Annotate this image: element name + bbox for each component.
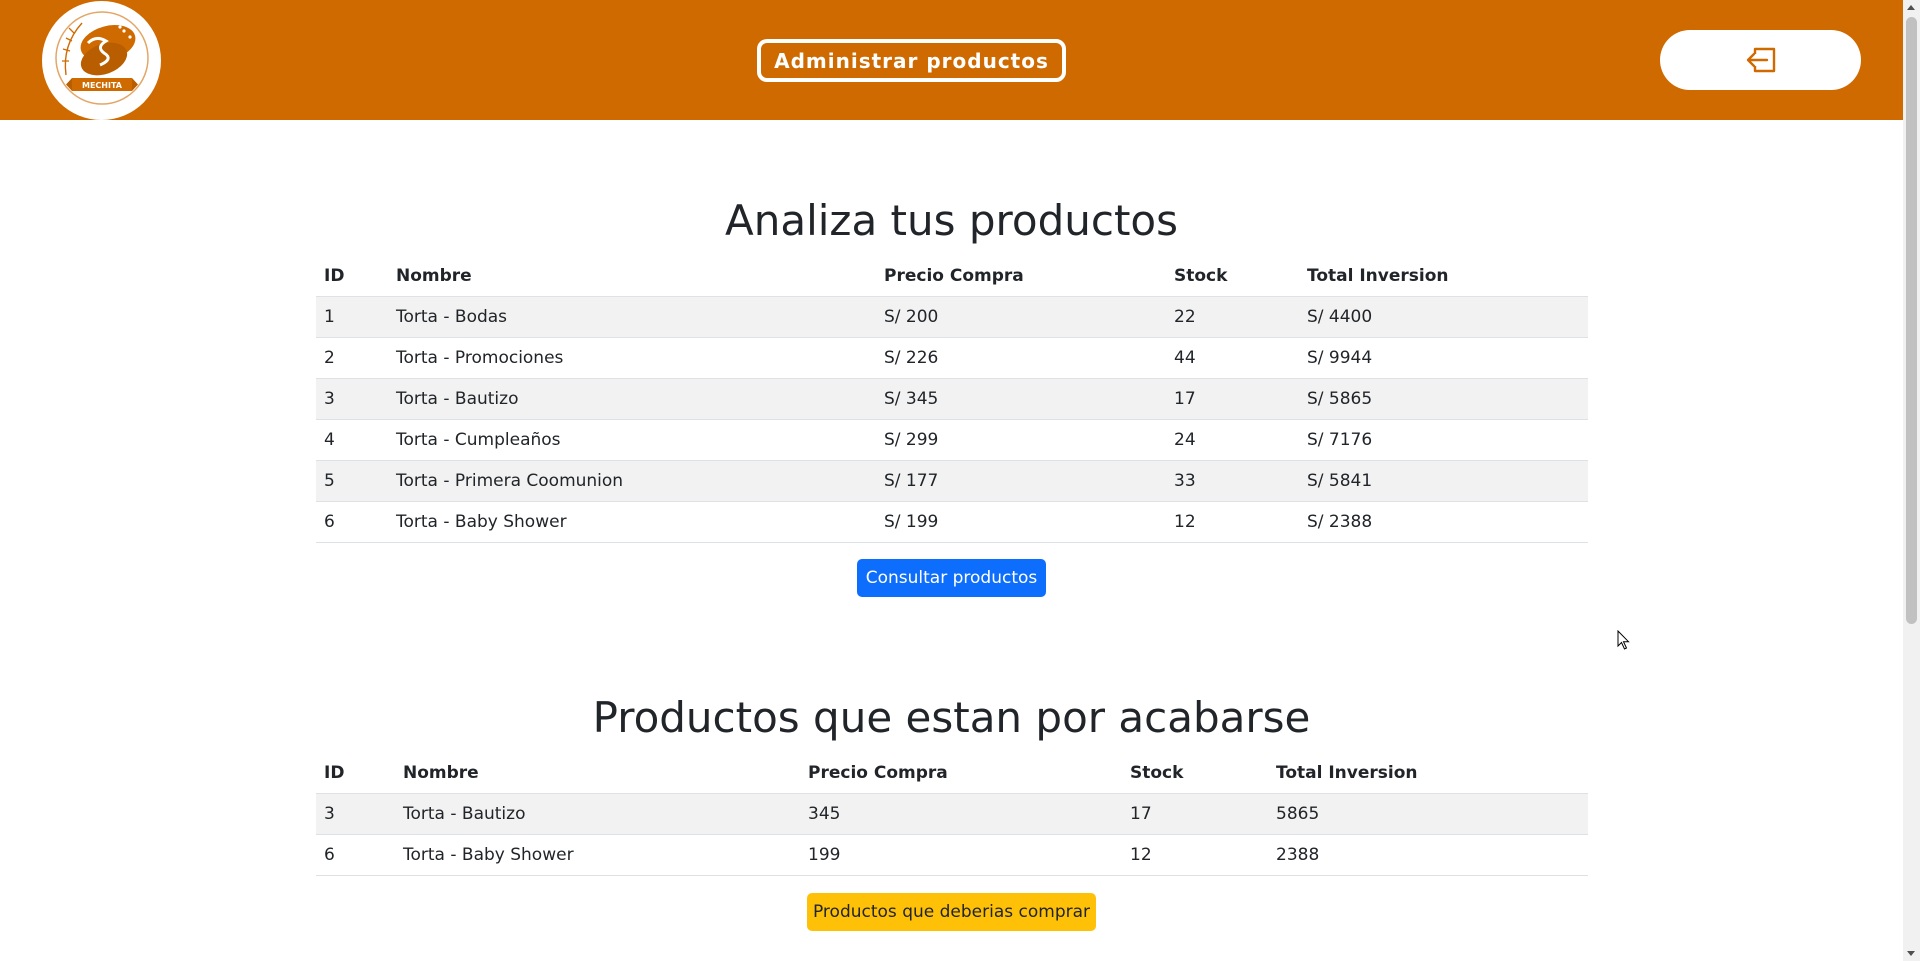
mouse-cursor-icon (1617, 630, 1630, 650)
cell-nombre: Torta - Bautizo (388, 378, 876, 420)
cell-precio: S/ 226 (876, 337, 1166, 379)
cell-nombre: Torta - Bautizo (395, 793, 800, 835)
consult-products-button[interactable]: Consultar productos (857, 559, 1046, 597)
cell-id: 4 (316, 419, 388, 461)
cell-precio: S/ 200 (876, 296, 1166, 338)
table-row: 2 Torta - Promociones S/ 226 44 S/ 9944 (316, 337, 1588, 379)
col-precio: Precio Compra (800, 753, 1122, 794)
table-row: 5 Torta - Primera Coomunion S/ 177 33 S/… (316, 460, 1588, 502)
cell-precio: S/ 345 (876, 378, 1166, 420)
buy-products-label: Productos que deberias comprar (812, 902, 1091, 922)
cell-nombre: Torta - Cumpleaños (388, 419, 876, 461)
col-id: ID (316, 256, 388, 297)
col-total: Total Inversion (1268, 753, 1588, 794)
cell-stock: 33 (1166, 460, 1299, 502)
cell-stock: 17 (1122, 793, 1268, 835)
cell-precio: S/ 199 (876, 501, 1166, 543)
table-header-row: ID Nombre Precio Compra Stock Total Inve… (316, 256, 1588, 297)
cell-precio: S/ 299 (876, 419, 1166, 461)
cell-id: 3 (316, 793, 395, 835)
consult-products-label: Consultar productos (865, 568, 1038, 588)
cell-stock: 44 (1166, 337, 1299, 379)
bread-logo-icon: MECHITA (55, 11, 149, 105)
cell-total: 5865 (1268, 793, 1588, 835)
cell-nombre: Torta - Baby Shower (395, 834, 800, 876)
products-table: ID Nombre Precio Compra Stock Total Inve… (316, 256, 1588, 543)
cell-nombre: Torta - Primera Coomunion (388, 460, 876, 502)
admin-products-label: Administrar productos (774, 48, 1049, 73)
col-nombre: Nombre (388, 256, 876, 297)
low-stock-table: ID Nombre Precio Compra Stock Total Inve… (316, 753, 1588, 876)
table-row: 3 Torta - Bautizo 345 17 5865 (316, 793, 1588, 835)
cell-total: S/ 4400 (1299, 296, 1588, 338)
cell-total: S/ 9944 (1299, 337, 1588, 379)
table-row: 6 Torta - Baby Shower 199 12 2388 (316, 834, 1588, 876)
cell-precio: 199 (800, 834, 1122, 876)
products-section-title: Analiza tus productos (725, 196, 1178, 245)
cell-stock: 22 (1166, 296, 1299, 338)
page-scrollbar[interactable] (1903, 0, 1920, 961)
cell-id: 2 (316, 337, 388, 379)
table-row: 3 Torta - Bautizo S/ 345 17 S/ 5865 (316, 378, 1588, 420)
col-nombre: Nombre (395, 753, 800, 794)
logout-button[interactable] (1660, 30, 1861, 90)
scroll-down-arrow-icon[interactable] (1907, 951, 1915, 956)
cell-precio: S/ 177 (876, 460, 1166, 502)
logo-text: MECHITA (82, 81, 123, 90)
table-row: 4 Torta - Cumpleaños S/ 299 24 S/ 7176 (316, 419, 1588, 461)
scroll-up-arrow-icon[interactable] (1907, 5, 1915, 10)
cell-stock: 12 (1122, 834, 1268, 876)
cell-stock: 24 (1166, 419, 1299, 461)
col-total: Total Inversion (1299, 256, 1588, 297)
cell-precio: 345 (800, 793, 1122, 835)
col-stock: Stock (1166, 256, 1299, 297)
cell-total: S/ 5865 (1299, 378, 1588, 420)
table-row: 1 Torta - Bodas S/ 200 22 S/ 4400 (316, 296, 1588, 338)
cell-id: 6 (316, 501, 388, 543)
cell-stock: 17 (1166, 378, 1299, 420)
cell-total: 2388 (1268, 834, 1588, 876)
cell-total: S/ 7176 (1299, 419, 1588, 461)
table-header-row: ID Nombre Precio Compra Stock Total Inve… (316, 753, 1588, 794)
bakery-logo[interactable]: MECHITA (42, 1, 161, 120)
cell-id: 5 (316, 460, 388, 502)
cell-nombre: Torta - Promociones (388, 337, 876, 379)
col-precio: Precio Compra (876, 256, 1166, 297)
cell-total: S/ 2388 (1299, 501, 1588, 543)
scroll-thumb[interactable] (1906, 17, 1917, 624)
buy-products-button[interactable]: Productos que deberias comprar (807, 893, 1096, 931)
cell-stock: 12 (1166, 501, 1299, 543)
cell-id: 1 (316, 296, 388, 338)
logout-icon (1746, 47, 1775, 73)
col-stock: Stock (1122, 753, 1268, 794)
table-row: 6 Torta - Baby Shower S/ 199 12 S/ 2388 (316, 501, 1588, 543)
cell-id: 6 (316, 834, 395, 876)
admin-products-button[interactable]: Administrar productos (757, 39, 1066, 82)
cell-nombre: Torta - Bodas (388, 296, 876, 338)
cell-total: S/ 5841 (1299, 460, 1588, 502)
low-stock-section-title: Productos que estan por acabarse (592, 693, 1311, 742)
cell-nombre: Torta - Baby Shower (388, 501, 876, 543)
cell-id: 3 (316, 378, 388, 420)
col-id: ID (316, 753, 395, 794)
top-header: MECHITA Administrar productos (0, 0, 1903, 120)
